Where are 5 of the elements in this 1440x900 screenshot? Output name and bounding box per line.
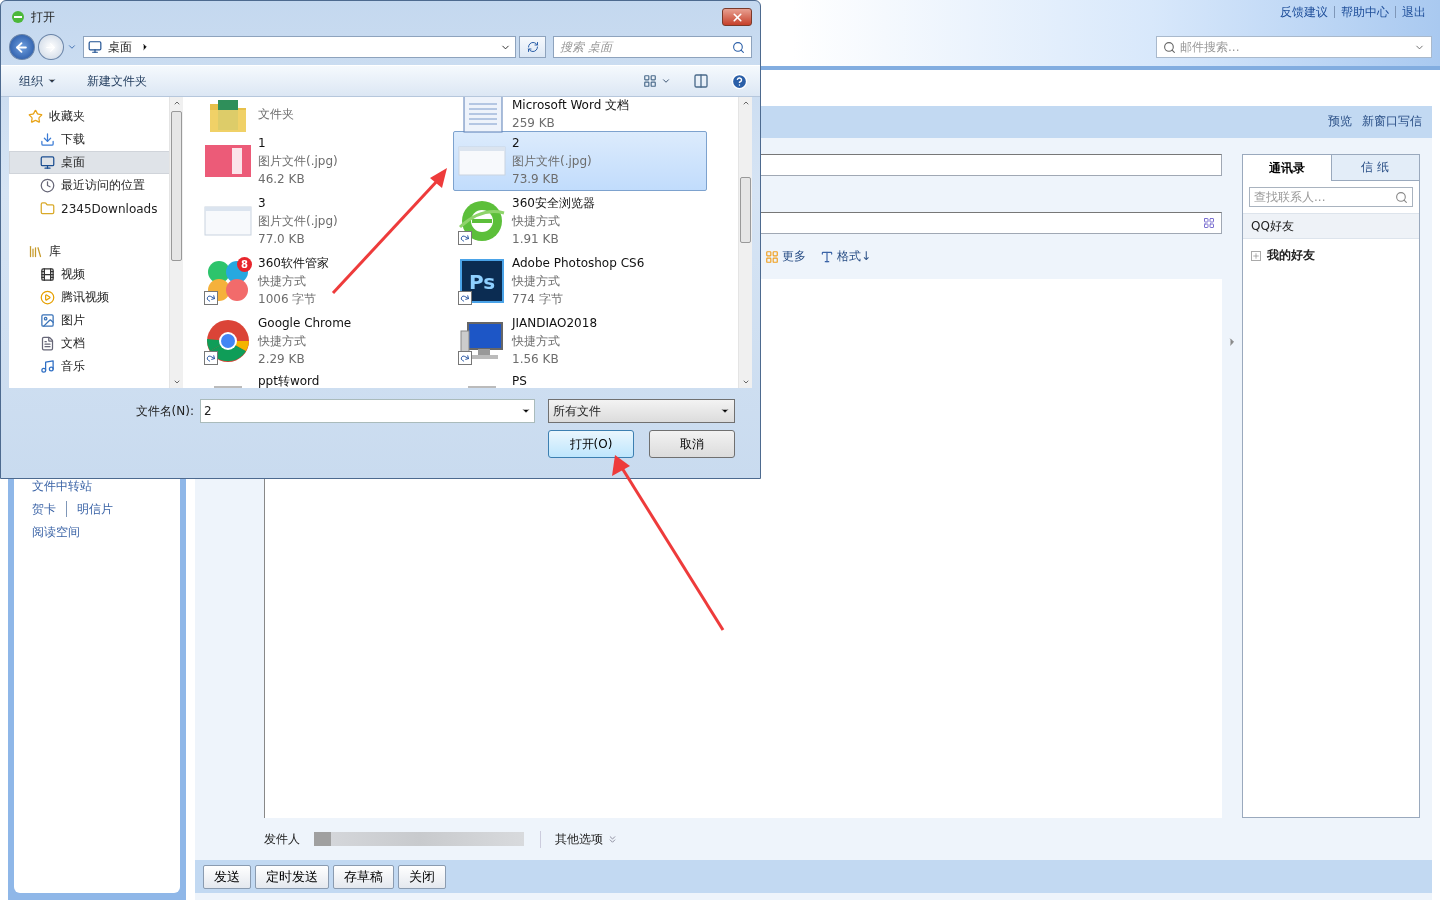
- sender-label: 发件人: [264, 830, 300, 848]
- window-title: 打开: [31, 8, 56, 26]
- photoshop-icon: Ps: [458, 257, 506, 305]
- filename-label: 文件名(N):: [135, 402, 194, 420]
- notification-badge: 8: [237, 257, 252, 272]
